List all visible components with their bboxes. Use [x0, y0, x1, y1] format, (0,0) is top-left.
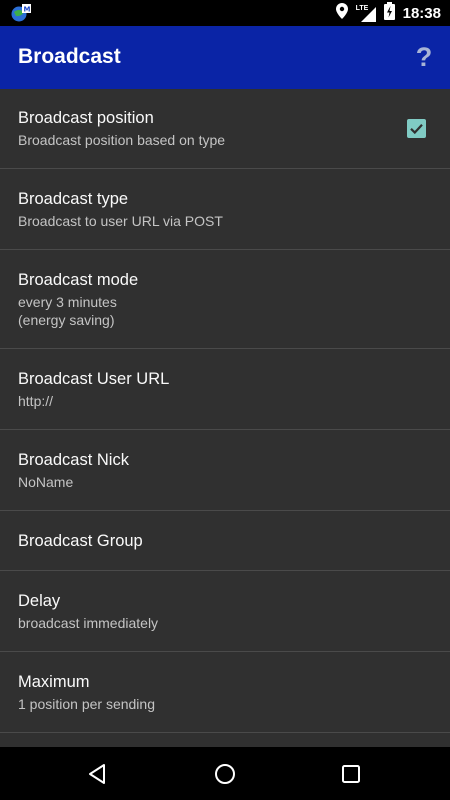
pref-summary-line: http:// — [18, 393, 54, 409]
pref-summary-line: every 3 minutes — [18, 294, 117, 310]
pref-title: Broadcast mode — [18, 271, 139, 289]
back-button[interactable] — [85, 761, 111, 787]
pref-summary-line: NoName — [18, 474, 74, 490]
back-icon — [89, 764, 105, 784]
pref-broadcast-nick[interactable]: Broadcast Nick NoName — [0, 430, 450, 511]
pref-summary-line: Broadcast to user URL via POST — [18, 213, 223, 229]
help-icon: ? — [415, 42, 433, 72]
pref-summary: Broadcast position based on type — [18, 131, 432, 149]
home-button[interactable] — [212, 761, 238, 787]
pref-summary: every 3 minutes (energy saving) — [18, 293, 432, 329]
pref-summary: NoName — [18, 473, 432, 491]
preference-list: Broadcast position Broadcast position ba… — [0, 89, 450, 747]
pref-title: Broadcast Group — [18, 532, 143, 550]
signal-icon: LTE — [356, 4, 376, 22]
pref-summary: Broadcast to user URL via POST — [18, 212, 432, 230]
app-notification-icon: M — [10, 3, 32, 23]
status-time: 18:38 — [402, 4, 441, 22]
pref-title: Broadcast Nick — [18, 451, 129, 469]
pref-summary-line: Broadcast position based on type — [18, 132, 226, 148]
pref-broadcast-user-url[interactable]: Broadcast User URL http:// — [0, 349, 450, 430]
pref-broadcast-type[interactable]: Broadcast type Broadcast to user URL via… — [0, 169, 450, 250]
pref-broadcast-mode[interactable]: Broadcast mode every 3 minutes (energy s… — [0, 250, 450, 349]
pref-broadcast-position[interactable]: Broadcast position Broadcast position ba… — [0, 89, 450, 169]
pref-title: Broadcast type — [18, 190, 129, 208]
pref-summary: 1 position per sending — [18, 695, 432, 713]
pref-title: Broadcast position — [18, 109, 154, 127]
recents-icon — [342, 765, 360, 783]
navigation-bar — [0, 747, 450, 800]
status-bar: M LTE 18:38 — [0, 0, 450, 26]
home-icon — [215, 764, 235, 784]
pref-broadcast-group[interactable]: Broadcast Group — [0, 511, 450, 571]
pref-title: Maximum — [18, 673, 90, 691]
pref-maximum[interactable]: Maximum 1 position per sending — [0, 652, 450, 733]
broadcast-position-checkbox[interactable] — [407, 119, 426, 138]
pref-summary-line: broadcast immediately — [18, 615, 159, 631]
page-title: Broadcast — [18, 45, 121, 68]
pref-summary: broadcast immediately — [18, 614, 432, 632]
pref-title: Delay — [18, 592, 61, 610]
pref-delay[interactable]: Delay broadcast immediately — [0, 571, 450, 652]
battery-charging-icon — [383, 1, 395, 25]
pref-title: Broadcast User URL — [18, 370, 170, 388]
pref-summary-line: (energy saving) — [18, 312, 115, 328]
help-button[interactable]: ? — [412, 40, 436, 74]
app-bar: Broadcast ? — [0, 26, 450, 89]
svg-text:M: M — [24, 6, 31, 14]
location-icon — [335, 2, 348, 24]
pref-summary-line: 1 position per sending — [18, 696, 155, 712]
pref-summary: http:// — [18, 392, 432, 410]
recents-button[interactable] — [338, 761, 364, 787]
checkmark-icon — [410, 124, 423, 135]
